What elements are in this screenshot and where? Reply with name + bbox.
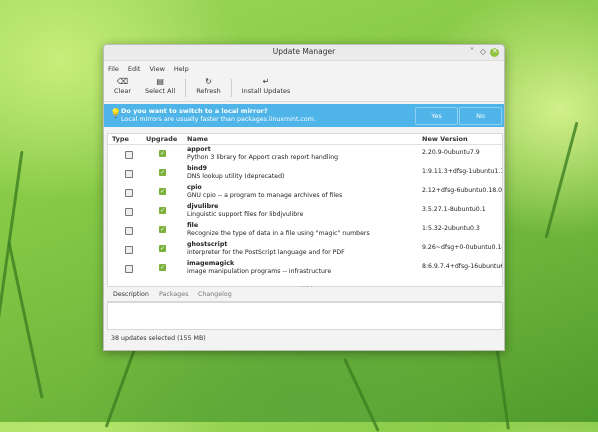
package-version: 2.12+dfsg-6ubuntu0.18.04.1 <box>422 187 502 194</box>
minimize-icon[interactable]: ˅ <box>470 47 474 57</box>
grass-blade <box>343 358 380 432</box>
package-description: image manipulation programs -- infrastru… <box>187 268 332 275</box>
package-version: 9.26~dfsg+0-0ubuntu0.18.04.12 <box>422 244 502 251</box>
grass-blade <box>104 342 139 428</box>
package-description: Recognize the type of data in a file usi… <box>187 230 370 237</box>
column-name[interactable]: Name <box>187 135 208 143</box>
package-type-icon <box>125 265 133 273</box>
grass-blade <box>7 241 44 399</box>
upgrade-checkbox[interactable]: ✓ <box>159 207 166 214</box>
table-row[interactable]: ✓ ghostscript interpreter for the PostScri… <box>108 240 502 259</box>
tab-packages[interactable]: Packages <box>159 291 188 298</box>
toolbar-separator <box>230 79 232 97</box>
select-all-label: Select All <box>145 87 176 95</box>
package-type-icon <box>125 246 133 254</box>
table-row[interactable]: ✓ bind9 DNS lookup utility (deprecated) 1:9… <box>108 164 502 183</box>
package-type-icon <box>125 151 133 159</box>
package-name: cpio <box>187 184 202 191</box>
toolbar: ⌫ Clear ▤ Select All ↻ Refresh ↵ Install… <box>104 75 504 102</box>
table-row[interactable]: ✓ cpio GNU cpio -- a program to manage arc… <box>108 183 502 202</box>
package-type-icon <box>125 208 133 216</box>
package-version: 1:5.32-2ubuntu0.3 <box>422 225 480 232</box>
updates-table: Type Upgrade Name New Version ✓ apport Pyt… <box>107 133 503 287</box>
upgrade-checkbox[interactable]: ✓ <box>159 226 166 233</box>
package-description: Linguistic support files for libdjvulibr… <box>187 211 304 218</box>
install-updates-button[interactable]: ↵ Install Updates <box>238 75 295 97</box>
menu-view[interactable]: View <box>149 65 164 73</box>
package-version: 3.5.27.1-8ubuntu0.1 <box>422 206 486 213</box>
banner-subtitle: Local mirrors are usually faster than pa… <box>121 116 316 123</box>
package-version: 8:6.9.7.4+dfsg-16ubuntu6.8 <box>422 263 502 270</box>
upgrade-checkbox[interactable]: ✓ <box>159 150 166 157</box>
package-description: DNS lookup utility (deprecated) <box>187 173 285 180</box>
package-description: Python 3 library for Apport crash report… <box>187 154 339 161</box>
maximize-icon[interactable]: ◇ <box>480 47 486 57</box>
package-name: ghostscript <box>187 241 228 248</box>
close-icon[interactable] <box>490 46 499 57</box>
update-manager-window: Update Manager ˅ ◇ File Edit View Help ⌫… <box>103 44 505 351</box>
select-all-button[interactable]: ▤ Select All <box>141 75 179 97</box>
tab-changelog[interactable]: Changelog <box>198 291 232 298</box>
mirror-info-banner: 💡 Do you want to switch to a local mirro… <box>104 104 504 127</box>
refresh-button[interactable]: ↻ Refresh <box>192 75 225 97</box>
column-upgrade[interactable]: Upgrade <box>146 135 177 143</box>
package-name: djvulibre <box>187 203 219 210</box>
install-label: Install Updates <box>241 87 291 95</box>
upgrade-checkbox[interactable]: ✓ <box>159 169 166 176</box>
upgrade-checkbox[interactable]: ✓ <box>159 188 166 195</box>
window-title: Update Manager <box>272 47 336 56</box>
package-name: bind9 <box>187 165 208 172</box>
table-row[interactable]: ✓ imagemagick image manipulation programs … <box>108 259 502 278</box>
install-icon: ↵ <box>262 77 270 86</box>
titlebar[interactable]: Update Manager ˅ ◇ <box>104 45 504 61</box>
package-version: 2.20.9-0ubuntu7.9 <box>422 149 480 156</box>
package-name: imagemagick <box>187 260 235 267</box>
package-name: file <box>187 222 199 229</box>
package-version: 1:9.11.3+dfsg-1ubuntu1.11 <box>422 168 502 175</box>
banner-title: Do you want to switch to a local mirror? <box>121 107 268 115</box>
details-tabs: Description Packages Changelog <box>107 289 501 302</box>
yes-button[interactable]: Yes <box>415 107 458 125</box>
column-new-version[interactable]: New Version <box>422 135 468 143</box>
refresh-icon: ↻ <box>205 77 212 86</box>
tab-description[interactable]: Description <box>113 291 149 298</box>
column-type[interactable]: Type <box>112 135 129 143</box>
refresh-label: Refresh <box>196 87 221 95</box>
select-all-icon: ▤ <box>156 77 164 86</box>
upgrade-checkbox[interactable]: ✓ <box>159 245 166 252</box>
table-row[interactable]: ✓ apport Python 3 library for Apport crash… <box>108 145 502 164</box>
package-name: apport <box>187 146 211 153</box>
status-text: 38 updates selected (155 MB) <box>111 335 206 342</box>
table-row[interactable]: ✓ djvulibre Linguistic support files for l… <box>108 202 502 221</box>
clear-button[interactable]: ⌫ Clear <box>110 75 135 97</box>
menubar: File Edit View Help <box>104 63 504 75</box>
upgrade-checkbox[interactable]: ✓ <box>159 264 166 271</box>
description-panel <box>107 302 503 330</box>
package-description: GNU cpio -- a program to manage archives… <box>187 192 343 199</box>
package-type-icon <box>125 227 133 235</box>
menu-edit[interactable]: Edit <box>128 65 141 73</box>
table-header: Type Upgrade Name New Version <box>108 134 502 145</box>
lightbulb-icon: 💡 <box>110 109 122 119</box>
package-type-icon <box>125 170 133 178</box>
no-button[interactable]: No <box>459 107 502 125</box>
grass-blade <box>544 121 579 239</box>
clear-icon: ⌫ <box>116 77 129 86</box>
toolbar-separator <box>185 79 187 97</box>
package-description: interpreter for the PostScript language … <box>187 249 345 256</box>
clear-label: Clear <box>114 87 131 95</box>
menu-file[interactable]: File <box>108 65 119 73</box>
table-row[interactable]: ✓ file Recognize the type of data in a fil… <box>108 221 502 240</box>
package-type-icon <box>125 189 133 197</box>
menu-help[interactable]: Help <box>174 65 189 73</box>
